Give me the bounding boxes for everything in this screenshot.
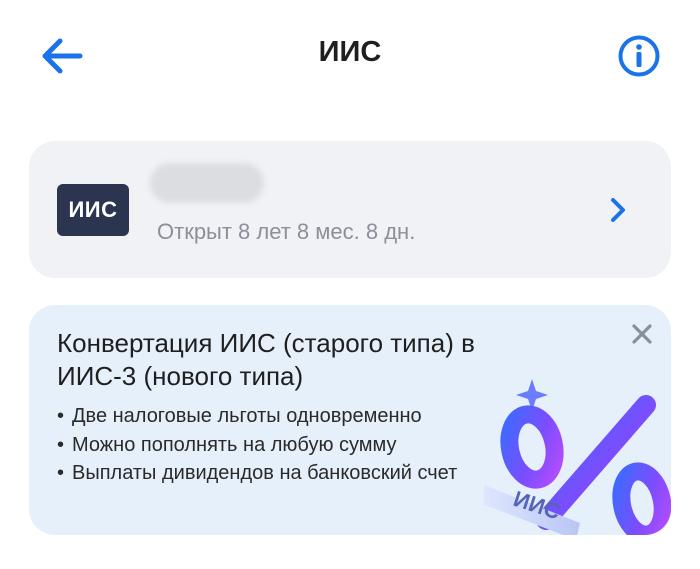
account-name-redacted — [150, 163, 264, 203]
promo-benefits-list: Две налоговые льготы одновременно Можно … — [57, 402, 477, 488]
info-button[interactable] — [617, 34, 661, 78]
info-icon — [618, 35, 660, 77]
account-open-duration: Открыт 8 лет 8 мес. 8 дн. — [157, 219, 416, 244]
close-promo-button[interactable] — [630, 322, 654, 346]
promo-title: Конвертация ИИС (старого типа) в ИИС-3 (… — [57, 328, 475, 391]
percent-illustration: ИИС — [484, 379, 671, 535]
promo-banner[interactable]: Конвертация ИИС (старого типа) в ИИС-3 (… — [29, 305, 671, 535]
promo-benefit-item: Две налоговые льготы одновременно — [57, 402, 477, 431]
iis-logo: ИИС — [57, 184, 129, 236]
close-icon — [632, 324, 652, 344]
top-bar: ИИС — [0, 0, 700, 110]
account-card[interactable]: ИИС Открыт 8 лет 8 мес. 8 дн. — [29, 141, 671, 278]
chevron-right-icon — [611, 198, 625, 222]
promo-benefit-item: Можно пополнять на любую сумму — [57, 431, 477, 460]
page-title: ИИС — [318, 36, 382, 68]
promo-benefit-item: Выплаты дивидендов на банковский счет — [57, 459, 477, 488]
